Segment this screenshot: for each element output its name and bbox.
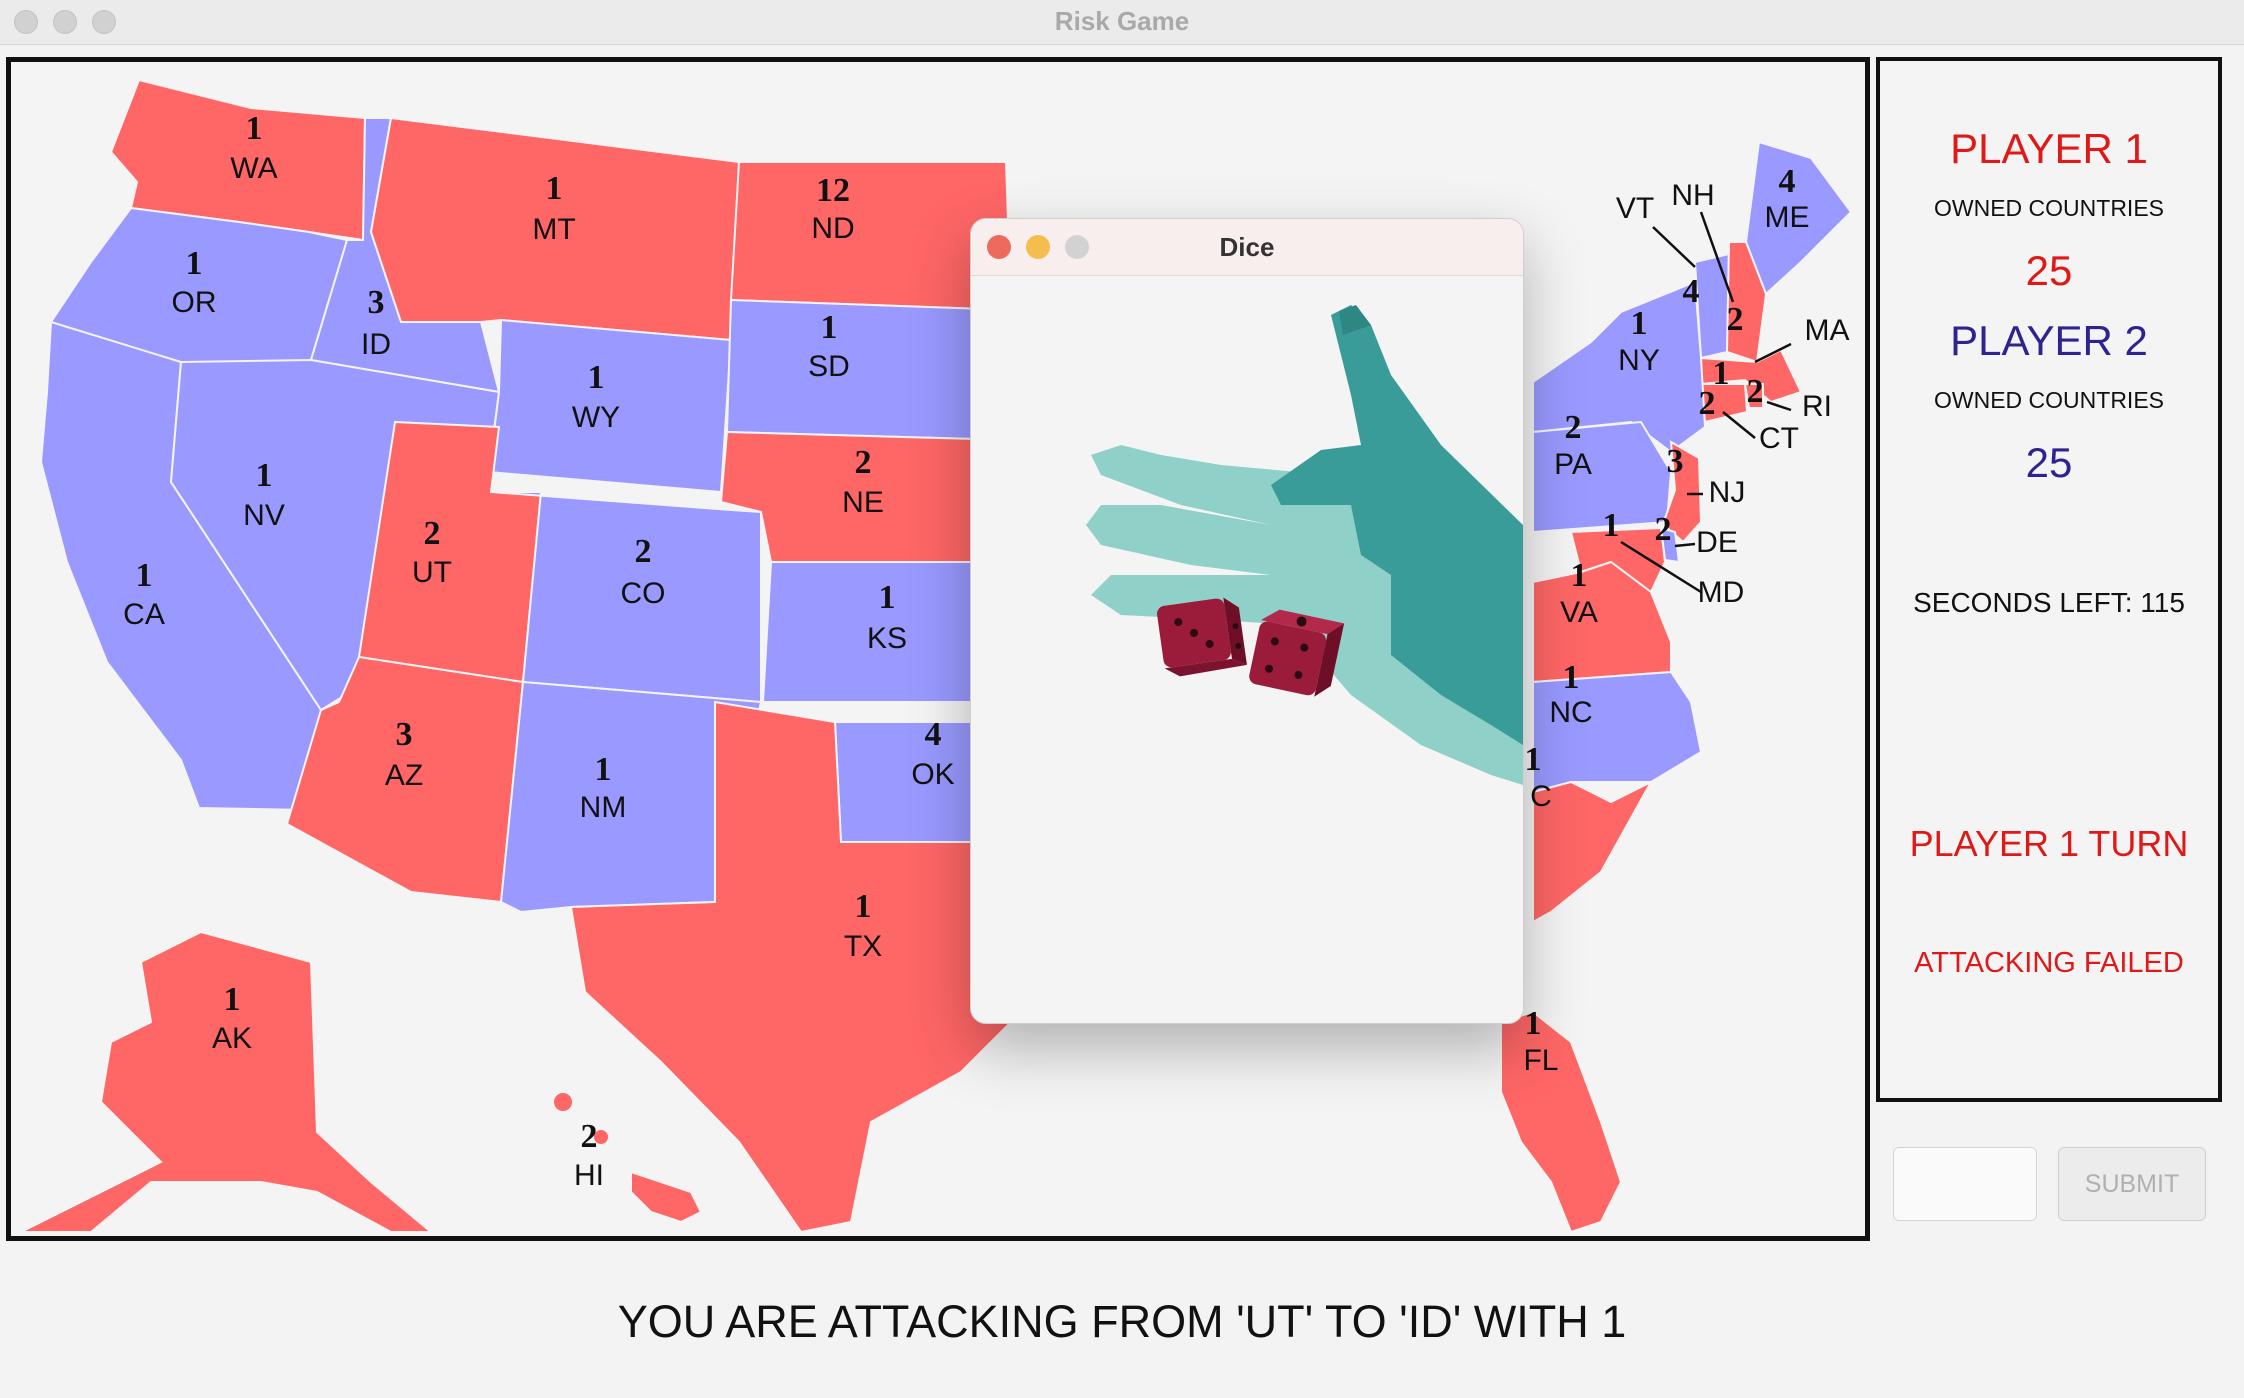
label-SD: SD: [808, 350, 850, 383]
troops-NE: 2: [855, 444, 872, 481]
turn-indicator: PLAYER 1 TURN: [1909, 823, 2189, 864]
troops-KS: 1: [879, 579, 896, 616]
label-WY: WY: [572, 401, 620, 434]
state-SD[interactable]: [725, 298, 1012, 442]
troops-VT: 4: [1683, 273, 1700, 310]
troops-NC: 1: [1563, 659, 1580, 696]
label-UT: UT: [412, 556, 452, 589]
state-NC[interactable]: [1532, 670, 1703, 794]
dice-roll-illustration: [1086, 305, 1523, 785]
troops-RI: 2: [1747, 373, 1764, 410]
troops-CT: 2: [1699, 385, 1716, 422]
state-HI-island: [552, 1091, 574, 1113]
troops-ME: 4: [1779, 163, 1796, 200]
troops-OK: 4: [925, 716, 942, 753]
state-AK[interactable]: [20, 930, 434, 1233]
label-CA: CA: [123, 598, 165, 631]
window-title: Risk Game: [1054, 6, 1190, 36]
label-AZ: AZ: [385, 759, 423, 792]
label-MD: MD: [1698, 576, 1745, 609]
troops-FL: 1: [1525, 1005, 1542, 1042]
label-NH: NH: [1671, 179, 1714, 212]
player1-owned-count: 25: [2025, 247, 2073, 294]
label-ME: ME: [1765, 201, 1810, 234]
label-MA: MA: [1805, 314, 1850, 347]
label-OK: OK: [911, 758, 954, 791]
state-FL[interactable]: [1500, 1010, 1623, 1234]
label-OR: OR: [172, 286, 217, 319]
dice-dialog: Dice: [970, 218, 1524, 1024]
label-DE: DE: [1696, 526, 1738, 559]
us-map: 1 WA 1 OR 1 CA 3 ID 1 NV 1 MT 1 WY 2 UT …: [6, 57, 1870, 1241]
troops-TX: 1: [855, 888, 872, 925]
troops-SD: 1: [821, 309, 838, 346]
player2-name: PLAYER 2: [1950, 317, 2148, 364]
troops-ND: 12: [816, 172, 850, 209]
state-ND[interactable]: [729, 161, 1013, 312]
troops-AZ: 3: [396, 716, 413, 753]
troops-MD: 1: [1603, 507, 1620, 544]
troops-UT: 2: [424, 515, 441, 552]
label-VT: VT: [1616, 192, 1654, 225]
player1-name: PLAYER 1: [1950, 125, 2148, 172]
troops-NM: 1: [595, 751, 612, 788]
window-titlebar: Risk Game: [0, 0, 2244, 45]
dice-title: Dice: [1219, 232, 1275, 262]
attack-message: YOU ARE ATTACKING FROM 'UT' TO 'ID' WITH…: [617, 1296, 1627, 1347]
label-KS: KS: [867, 622, 907, 655]
label-WA: WA: [230, 152, 277, 185]
troops-ID: 3: [368, 284, 385, 321]
troops-PA: 2: [1565, 409, 1582, 446]
troops-WY: 1: [588, 359, 605, 396]
label-CO: CO: [621, 577, 666, 610]
label-FL: FL: [1523, 1044, 1558, 1077]
label-NV: NV: [243, 499, 285, 532]
troops-MT: 1: [546, 170, 563, 207]
dice-titlebar: Dice: [971, 219, 1523, 276]
label-RI: RI: [1802, 390, 1832, 423]
label-ND: ND: [811, 212, 854, 245]
hand-icon: [1086, 305, 1523, 785]
label-AK: AK: [212, 1022, 252, 1055]
troops-OR: 1: [186, 245, 203, 282]
label-VA: VA: [1560, 596, 1598, 629]
label-NM: NM: [580, 791, 627, 824]
troops-HI: 2: [581, 1118, 598, 1155]
troops-SC: 1: [1525, 741, 1542, 778]
troops-NY: 1: [1631, 305, 1648, 342]
label-ID: ID: [361, 328, 391, 361]
state-HI[interactable]: [630, 1170, 703, 1224]
label-NC: NC: [1549, 696, 1592, 729]
label-PA: PA: [1554, 448, 1592, 481]
label-TX: TX: [844, 930, 882, 963]
troop-count-input[interactable]: [1893, 1147, 2037, 1221]
player2-owned-label: OWNED COUNTRIES: [1934, 387, 2164, 413]
troops-CO: 2: [635, 533, 652, 570]
player-panel: PLAYER 1 OWNED COUNTRIES 25 PLAYER 2 OWN…: [1876, 57, 2222, 1102]
submit-button[interactable]: SUBMIT: [2058, 1147, 2206, 1221]
label-NY: NY: [1618, 344, 1660, 377]
player1-owned-label: OWNED COUNTRIES: [1934, 195, 2164, 221]
troops-AK: 1: [224, 981, 241, 1018]
label-NE: NE: [842, 486, 884, 519]
label-MT: MT: [532, 213, 575, 246]
troops-NV: 1: [256, 457, 273, 494]
label-NJ: NJ: [1709, 476, 1746, 509]
label-HI: HI: [574, 1159, 604, 1192]
troops-NH: 2: [1727, 301, 1744, 338]
troops-CA: 1: [136, 557, 153, 594]
troops-VA: 1: [1571, 557, 1588, 594]
troops-DE: 2: [1655, 511, 1672, 548]
status-message: ATTACKING FAILED: [1914, 947, 2184, 979]
player2-owned-count: 25: [2025, 439, 2073, 486]
label-SC: C: [1530, 780, 1552, 813]
label-CT: CT: [1759, 422, 1799, 455]
troops-NJ: 3: [1667, 443, 1684, 480]
timer: SECONDS LEFT: 115: [1913, 587, 2185, 618]
troops-WA: 1: [246, 110, 263, 147]
